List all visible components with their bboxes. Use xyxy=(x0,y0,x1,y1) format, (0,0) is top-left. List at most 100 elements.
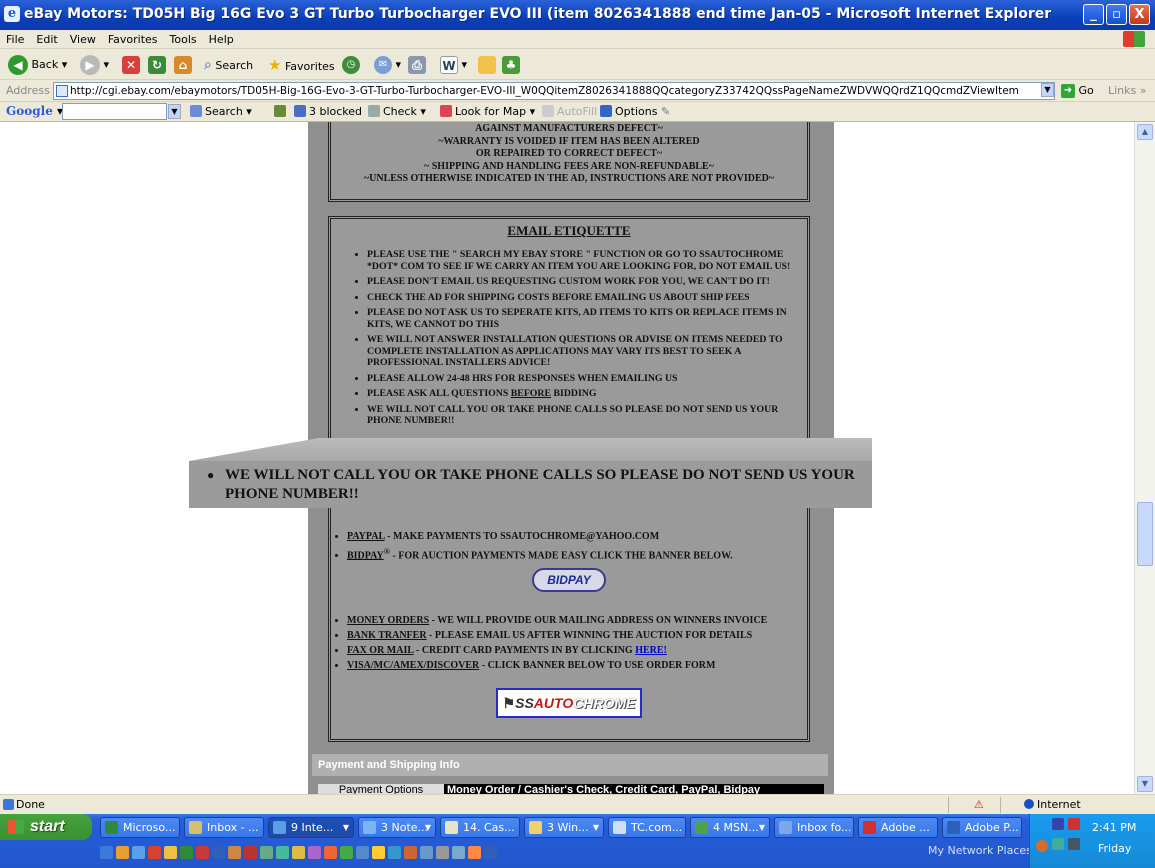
close-button[interactable]: X xyxy=(1129,4,1150,25)
menu-tools[interactable]: Tools xyxy=(164,30,203,46)
menu-favorites[interactable]: Favorites xyxy=(102,30,164,46)
taskbar-item-inbox-for[interactable]: Inbox fo... xyxy=(774,817,854,838)
here-link[interactable]: HERE! xyxy=(635,645,667,656)
taskbar-item-inbox[interactable]: Inbox - ... xyxy=(184,817,264,838)
app3-quicklaunch-icon[interactable] xyxy=(308,846,321,859)
refresh-button[interactable]: ↻ xyxy=(148,55,166,75)
options-button[interactable]: Options ✎ xyxy=(600,105,670,118)
taskbar-item-adobe[interactable]: Adobe ... xyxy=(858,817,938,838)
tray-expand-chevron-icon[interactable] xyxy=(1036,840,1048,852)
google-logo[interactable]: Google ▾ xyxy=(6,104,63,118)
google-search-button[interactable]: Search ▾ xyxy=(190,105,252,118)
spell-check-button[interactable]: Check ▾ xyxy=(368,105,426,118)
bidpay-banner[interactable]: BIDPAY xyxy=(532,568,606,592)
app9-quicklaunch-icon[interactable] xyxy=(404,846,417,859)
start-button[interactable]: start xyxy=(0,814,92,840)
map-pin-icon xyxy=(440,105,452,117)
home-button[interactable]: ⌂ xyxy=(174,55,192,75)
outlook-icon xyxy=(189,821,202,834)
taskbar-item-adobe-p[interactable]: Adobe P... xyxy=(942,817,1022,838)
alert-icon[interactable] xyxy=(1068,818,1080,830)
messenger-button[interactable]: ♣ xyxy=(502,55,520,75)
autofill-button[interactable]: AutoFill xyxy=(542,105,597,118)
menu-edit[interactable]: Edit xyxy=(30,30,63,46)
address-dropdown-chevron-down-icon[interactable]: ▼ xyxy=(1041,83,1054,97)
media-quicklaunch-icon[interactable] xyxy=(148,846,161,859)
search-button[interactable]: ⌕ Search xyxy=(204,55,253,75)
app10-quicklaunch-icon[interactable] xyxy=(420,846,433,859)
taskbar-item-msn[interactable]: 4 MSN... ▼ xyxy=(690,817,770,838)
word-quicklaunch-icon[interactable] xyxy=(212,846,225,859)
taskbar-item-tc[interactable]: TC.com... xyxy=(608,817,686,838)
google-search-input[interactable] xyxy=(62,103,167,120)
app7-quicklaunch-icon[interactable] xyxy=(372,846,385,859)
stop-button[interactable]: ✕ xyxy=(122,55,140,75)
taskbar-item-cas[interactable]: 14. Cas... xyxy=(440,817,520,838)
scroll-thumb[interactable] xyxy=(1137,502,1153,566)
app2-quicklaunch-icon[interactable] xyxy=(260,846,273,859)
acrobat-quicklaunch-icon[interactable] xyxy=(244,846,257,859)
scroll-up-chevron-icon[interactable]: ▲ xyxy=(1137,124,1153,140)
print-button[interactable]: ⎙ xyxy=(408,55,426,75)
taskbar-item-explorer[interactable]: 3 Win... ▼ xyxy=(524,817,604,838)
taskbar-item-excel[interactable]: Microso... xyxy=(100,817,180,838)
privacy-icon[interactable]: ⚠ xyxy=(974,798,984,811)
tool-quicklaunch-icon[interactable] xyxy=(292,846,305,859)
taskbar-item-ie[interactable]: 9 Inte... ▼ xyxy=(268,817,354,838)
history-button[interactable]: ◷ xyxy=(342,55,360,75)
my-network-places-label[interactable]: My Network Places » xyxy=(928,844,1042,857)
payment-item-fax-mail: FAX OR MAIL - CREDIT CARD PAYMENTS IN BY… xyxy=(347,643,797,658)
edit-button[interactable]: W ▾ xyxy=(440,55,467,75)
ssautochrome-banner[interactable]: ⚑SSAUTOCHROME xyxy=(496,688,642,718)
mail-button[interactable]: ✉ ▾ xyxy=(374,55,401,75)
system-tray: 2:41 PM Friday xyxy=(1029,814,1155,868)
taskbar-item-notepad[interactable]: 3 Note... ▼ xyxy=(358,817,436,838)
taskbar: start Microso... Inbox - ... 9 Inte... ▼ … xyxy=(0,814,1155,868)
access-quicklaunch-icon[interactable] xyxy=(196,846,209,859)
look-for-map-button[interactable]: Look for Map ▾ xyxy=(440,105,535,118)
app5-quicklaunch-icon[interactable] xyxy=(340,846,353,859)
pagerank-button[interactable] xyxy=(274,105,289,118)
status-divider xyxy=(1000,797,1001,813)
forward-button[interactable]: ▶ ▾ xyxy=(80,55,109,75)
home-icon: ⌂ xyxy=(174,56,192,74)
app-quicklaunch-icon[interactable] xyxy=(116,846,129,859)
maximize-button[interactable]: ▫ xyxy=(1106,4,1127,25)
zone-label: Internet xyxy=(1037,798,1081,811)
app11-quicklaunch-icon[interactable] xyxy=(436,846,449,859)
network-icon[interactable] xyxy=(1052,818,1064,830)
ie-group-icon xyxy=(273,821,286,834)
app8-quicklaunch-icon[interactable] xyxy=(388,846,401,859)
menu-file[interactable]: File xyxy=(0,30,30,46)
vertical-scrollbar[interactable]: ▲ ▼ xyxy=(1134,122,1155,794)
app4-quicklaunch-icon[interactable] xyxy=(324,846,337,859)
menu-view[interactable]: View xyxy=(64,30,102,46)
excel-quicklaunch-icon[interactable] xyxy=(180,846,193,859)
back-button[interactable]: ◀ Back ▾ xyxy=(8,55,67,75)
volume-icon[interactable] xyxy=(1068,838,1080,850)
address-input[interactable]: http://cgi.ebay.com/ebaymotors/TD05H-Big… xyxy=(53,82,1055,100)
browser-quicklaunch-icon[interactable] xyxy=(132,846,145,859)
notes-quicklaunch-icon[interactable] xyxy=(164,846,177,859)
favorites-button[interactable]: ★ Favorites xyxy=(268,55,335,75)
go-button[interactable]: ➜ Go xyxy=(1061,84,1094,98)
clock[interactable]: 2:41 PM xyxy=(1092,821,1136,834)
google-search-dropdown-chevron-down-icon[interactable]: ▼ xyxy=(168,104,181,119)
ie-quicklaunch-icon[interactable] xyxy=(100,846,113,859)
pencil-icon[interactable]: ✎ xyxy=(661,105,670,118)
menu-help[interactable]: Help xyxy=(203,30,240,46)
app6-quicklaunch-icon[interactable] xyxy=(356,846,369,859)
powerpoint-quicklaunch-icon[interactable] xyxy=(228,846,241,859)
minimize-button[interactable]: _ xyxy=(1083,4,1104,25)
folder-button[interactable] xyxy=(478,55,496,75)
scroll-down-chevron-icon[interactable]: ▼ xyxy=(1137,776,1153,792)
app14-quicklaunch-icon[interactable] xyxy=(484,846,497,859)
messenger-quicklaunch-icon[interactable] xyxy=(276,846,289,859)
money-value: - WE WILL PROVIDE OUR MAILING ADDRESS ON… xyxy=(429,615,768,627)
money-key: MONEY ORDERS xyxy=(347,615,430,627)
app12-quicklaunch-icon[interactable] xyxy=(452,846,465,859)
app13-quicklaunch-icon[interactable] xyxy=(468,846,481,859)
popup-blocker-button[interactable]: 3 blocked xyxy=(294,105,362,118)
messenger-tray-icon[interactable] xyxy=(1052,838,1064,850)
links-button[interactable]: Links » xyxy=(1108,84,1147,97)
